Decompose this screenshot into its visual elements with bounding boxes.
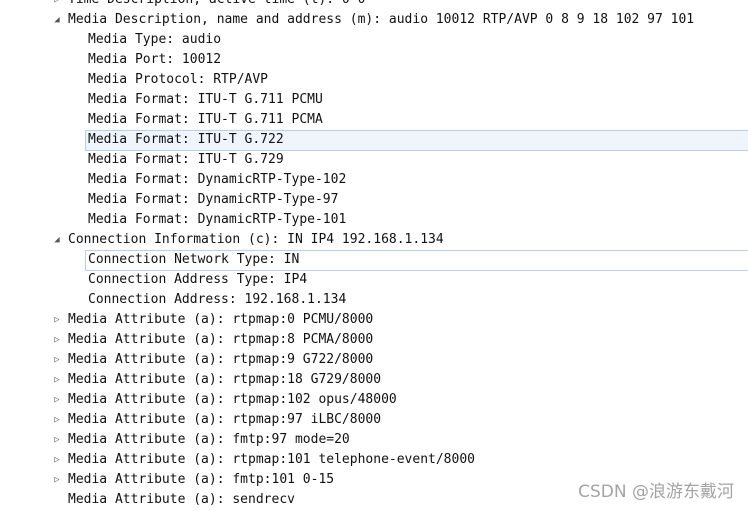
tree-row-media-attribute[interactable]: ▷ Media Attribute (a): rtpmap:102 opus/4…	[0, 390, 748, 410]
expand-arrow-icon[interactable]: ▷	[51, 390, 63, 410]
tree-row-connection-network-type[interactable]: Connection Network Type: IN	[0, 250, 748, 271]
tree-row-media-attribute[interactable]: ▷ Media Attribute (a): rtpmap:8 PCMA/800…	[0, 330, 748, 350]
tree-row-media-attribute[interactable]: ▷ Media Attribute (a): rtpmap:0 PCMU/800…	[0, 310, 748, 330]
tree-row-media-format[interactable]: Media Format: DynamicRTP-Type-97	[0, 190, 748, 210]
collapse-arrow-icon[interactable]: ◢	[51, 10, 63, 30]
tree-row-label: Media Attribute (a): fmtp:101 0-15	[68, 472, 335, 487]
tree-row-label: Media Attribute (a): rtpmap:101 telephon…	[68, 452, 475, 467]
expand-arrow-icon[interactable]: ▷	[51, 310, 63, 330]
expand-arrow-icon[interactable]: ▷	[51, 0, 63, 10]
tree-row-label: Media Attribute (a): rtpmap:102 opus/480…	[68, 392, 397, 407]
tree-row-label: Media Port: 10012	[88, 52, 222, 67]
tree-row-connection-address-type[interactable]: Connection Address Type: IP4	[0, 270, 748, 290]
tree-row-media-attribute[interactable]: ▷ Media Attribute (a): rtpmap:18 G729/80…	[0, 370, 748, 390]
tree-row-media-format[interactable]: Media Format: DynamicRTP-Type-101	[0, 210, 748, 230]
tree-row-media-format-selected[interactable]: Media Format: ITU-T G.722	[0, 130, 748, 151]
tree-row-label: Connection Information (c): IN IP4 192.1…	[68, 232, 444, 247]
tree-row-label: Media Format: ITU-T G.729	[88, 152, 284, 167]
tree-row-label: Media Attribute (a): rtpmap:0 PCMU/8000	[68, 312, 374, 327]
tree-row-label: Media Protocol: RTP/AVP	[88, 72, 269, 87]
tree-row-label: Media Attribute (a): rtpmap:97 iLBC/8000	[68, 412, 382, 427]
tree-row-label: Media Format: ITU-T G.711 PCMA	[88, 112, 323, 127]
tree-row-media-protocol[interactable]: Media Protocol: RTP/AVP	[0, 70, 748, 90]
tree-row-label: Media Format: ITU-T G.711 PCMU	[88, 92, 323, 107]
tree-row-media-port[interactable]: Media Port: 10012	[0, 50, 748, 70]
tree-row-label: Media Attribute (a): rtpmap:9 G722/8000	[68, 352, 374, 367]
tree-row-label: Time Description, active time (t): 0 0	[68, 0, 365, 10]
expand-arrow-icon[interactable]: ▷	[51, 410, 63, 430]
expand-arrow-icon[interactable]: ▷	[51, 330, 63, 350]
tree-row-media-format[interactable]: Media Format: ITU-T G.729	[0, 150, 748, 170]
tree-row-time-description[interactable]: ▷ Time Description, active time (t): 0 0	[0, 0, 748, 10]
tree-row-media-attribute[interactable]: ▷ Media Attribute (a): fmtp:97 mode=20	[0, 430, 748, 450]
tree-row-label: Media Attribute (a): rtpmap:18 G729/8000	[68, 372, 382, 387]
packet-details-tree: ▷ Time Description, active time (t): 0 0…	[0, 0, 748, 510]
tree-row-label: Media Format: DynamicRTP-Type-101	[88, 212, 347, 227]
tree-row-media-type[interactable]: Media Type: audio	[0, 30, 748, 50]
tree-row-media-format[interactable]: Media Format: ITU-T G.711 PCMU	[0, 90, 748, 110]
tree-row-media-attribute[interactable]: ▷ Media Attribute (a): rtpmap:9 G722/800…	[0, 350, 748, 370]
expand-arrow-icon[interactable]: ▷	[51, 370, 63, 390]
expand-arrow-icon[interactable]: ▷	[51, 450, 63, 470]
tree-row-label: Connection Network Type: IN	[88, 252, 300, 267]
expand-arrow-icon[interactable]: ▷	[51, 350, 63, 370]
tree-row-media-format[interactable]: Media Format: DynamicRTP-Type-102	[0, 170, 748, 190]
expand-arrow-icon[interactable]: ▷	[51, 430, 63, 450]
tree-row-media-attribute[interactable]: ▷ Media Attribute (a): rtpmap:97 iLBC/80…	[0, 410, 748, 430]
tree-row-label: Media Attribute (a): sendrecv	[68, 492, 295, 507]
tree-row-connection-information[interactable]: ◢ Connection Information (c): IN IP4 192…	[0, 230, 748, 250]
tree-row-label: Media Attribute (a): rtpmap:8 PCMA/8000	[68, 332, 374, 347]
tree-row-label: Connection Address: 192.168.1.134	[88, 292, 347, 307]
tree-row-label: Media Format: DynamicRTP-Type-97	[88, 192, 339, 207]
tree-row-media-format[interactable]: Media Format: ITU-T G.711 PCMA	[0, 110, 748, 130]
tree-row-label: Media Description, name and address (m):…	[68, 12, 695, 27]
tree-row-media-attribute[interactable]: ▷ Media Attribute (a): rtpmap:101 teleph…	[0, 450, 748, 470]
tree-row-label: Media Format: DynamicRTP-Type-102	[88, 172, 347, 187]
tree-row-label: Connection Address Type: IP4	[88, 272, 308, 287]
tree-row-connection-address[interactable]: Connection Address: 192.168.1.134	[0, 290, 748, 310]
tree-row-media-description[interactable]: ◢ Media Description, name and address (m…	[0, 10, 748, 30]
collapse-arrow-icon[interactable]: ◢	[51, 230, 63, 250]
expand-arrow-icon[interactable]: ▷	[51, 470, 63, 490]
tree-row-label: Media Format: ITU-T G.722	[88, 132, 284, 147]
tree-row-label: Media Attribute (a): fmtp:97 mode=20	[68, 432, 350, 447]
tree-row-label: Media Type: audio	[88, 32, 222, 47]
watermark: CSDN @浪游东戴河	[578, 482, 734, 502]
